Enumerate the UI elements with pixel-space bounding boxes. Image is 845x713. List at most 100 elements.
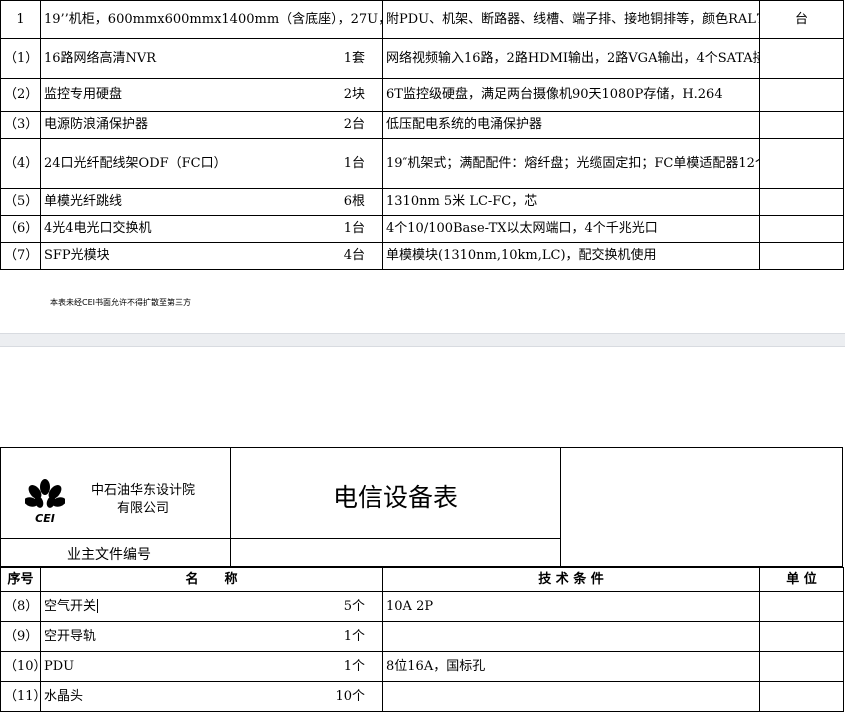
table-row: （5） 单模光纤跳线 6根 1310nm 5米 LC-FC，芯 — [0, 188, 844, 216]
doc-no-value-cell — [230, 538, 561, 567]
row-condition: 网络视频输入16路，2路HDMI输出，2路VGA输出，4个SATA接口，1个eS… — [382, 38, 760, 79]
row-name: 19’’机柜，600mmx600mmx1400mm（含底座），27U，含 — [40, 0, 383, 39]
row-name-text: 16路网络高清NVR — [44, 50, 157, 66]
row-name-text: 电源防浪涌保护器 — [44, 117, 149, 132]
table-row: （9） 空开导轨 1个 — [0, 621, 844, 652]
row-qty: 1个 — [343, 628, 365, 644]
row-qty: 2台 — [343, 117, 365, 132]
text-cursor — [97, 599, 99, 613]
row-unit — [759, 242, 844, 270]
row-name: SFP光模块 4台 — [40, 242, 383, 270]
row-name: 单模光纤跳线 6根 — [40, 188, 383, 216]
table-row: 1 19’’机柜，600mmx600mmx1400mm（含底座），27U，含 附… — [0, 0, 844, 39]
company-line1: 中石油华东设计院 — [90, 483, 195, 498]
row-seq: （11） — [0, 681, 41, 712]
row-name-text: 4光4电光口交换机 — [44, 221, 152, 236]
row-seq: 1 — [0, 0, 41, 39]
row-name-text: 单模光纤跳线 — [44, 194, 123, 209]
row-condition: 6T监控级硬盘，满足两台摄像机90天1080P存储，H.264 — [382, 78, 760, 112]
row-seq: （3） — [0, 111, 41, 139]
row-condition: 8位16A，国标孔 — [382, 651, 760, 682]
row-seq: （7） — [0, 242, 41, 270]
title-cell: 电信设备表 — [230, 447, 561, 539]
row-seq: （5） — [0, 188, 41, 216]
table-row: （6） 4光4电光口交换机 1台 4个10/100Base-TX以太网端口，4个千… — [0, 215, 844, 243]
cei-logo-icon: CEI — [25, 479, 65, 524]
doc-no-label: 业主文件编号 — [67, 547, 151, 563]
equipment-table-bottom: 序号 名 称 技 术 条 件 单 位 （8） 空气开关 5个 10A 2P （9）… — [0, 567, 844, 712]
row-condition — [382, 621, 760, 652]
logo-text: CEI — [35, 512, 55, 524]
table-row: （7） SFP光模块 4台 单模模块(1310nm,10km,LC)，配交换机使用 — [0, 242, 844, 270]
row-condition: 19″机架式；满配配件：熔纤盘；光缆固定扣；FC单模适配器12个；螺丝；理线扣；… — [382, 138, 760, 189]
row-seq: （1） — [0, 38, 41, 79]
table-row: （11） 水晶头 10个 — [0, 681, 844, 712]
row-unit — [759, 188, 844, 216]
table-row: （10） PDU 1个 8位16A，国标孔 — [0, 651, 844, 682]
row-seq: （4） — [0, 138, 41, 189]
row-unit — [759, 651, 844, 682]
page-bottom: CEI 中石油华东设计院 有限公司 电信设备表 业主文件编号 序号 名 称 技 … — [0, 347, 845, 713]
logo-cell: CEI 中石油华东设计院 有限公司 — [0, 447, 231, 539]
row-seq: （2） — [0, 78, 41, 112]
col-header-seq: 序号 — [0, 567, 41, 592]
table-row: （4） 24口光纤配线架ODF（FC口） 1台 19″机架式；满配配件：熔纤盘；光… — [0, 138, 844, 189]
row-unit — [759, 621, 844, 652]
row-name-text: 水晶头 — [44, 688, 84, 704]
company-name: 中石油华东设计院 有限公司 — [83, 482, 203, 518]
row-qty: 5个 — [343, 598, 365, 614]
document-title: 电信设备表 — [332, 483, 458, 512]
company-line2: 有限公司 — [116, 501, 169, 516]
row-seq: （9） — [0, 621, 41, 652]
doc-no-label-cell: 业主文件编号 — [0, 538, 231, 567]
row-condition: 附PDU、机架、断路器、线槽、端子排、接地铜排等，颜色RAL7035 — [382, 0, 760, 39]
row-condition: 4个10/100Base-TX以太网端口，4个千兆光口 — [382, 215, 760, 243]
row-name: 4光4电光口交换机 1台 — [40, 215, 383, 243]
col-header-name: 名 称 — [40, 567, 383, 592]
col-header-condition: 技 术 条 件 — [382, 567, 760, 592]
page-break — [0, 333, 845, 347]
blank-cell — [560, 447, 843, 567]
row-qty: 4台 — [343, 248, 365, 263]
row-name: 水晶头 10个 — [40, 681, 383, 712]
row-condition: 低压配电系统的电涌保护器 — [382, 111, 760, 139]
row-unit — [759, 111, 844, 139]
row-qty: 2块 — [343, 87, 365, 102]
row-unit — [759, 38, 844, 79]
row-unit — [759, 591, 844, 622]
table-row: （3） 电源防浪涌保护器 2台 低压配电系统的电涌保护器 — [0, 111, 844, 139]
row-qty: 1套 — [343, 50, 365, 66]
confidentiality-note: 本表未经CEI书面允许不得扩散至第三方 — [50, 298, 191, 307]
table-row: （1） 16路网络高清NVR 1套 网络视频输入16路，2路HDMI输出，2路VG… — [0, 38, 844, 79]
row-name[interactable]: 空气开关 5个 — [40, 591, 383, 622]
row-unit — [759, 138, 844, 189]
row-unit: 台 — [759, 0, 844, 39]
row-qty: 1台 — [343, 155, 365, 171]
table-row: （8） 空气开关 5个 10A 2P — [0, 591, 844, 622]
row-name: PDU 1个 — [40, 651, 383, 682]
row-name-text: 空气开关 — [44, 598, 97, 614]
row-qty: 1台 — [343, 221, 365, 236]
row-seq: （6） — [0, 215, 41, 243]
table-header-row: 序号 名 称 技 术 条 件 单 位 — [0, 567, 844, 592]
row-unit — [759, 681, 844, 712]
row-name: 电源防浪涌保护器 2台 — [40, 111, 383, 139]
row-qty: 6根 — [343, 194, 365, 209]
row-name-text: 空开导轨 — [44, 628, 97, 644]
row-name: 空开导轨 1个 — [40, 621, 383, 652]
row-seq: （8） — [0, 591, 41, 622]
row-name-text: 监控专用硬盘 — [44, 87, 123, 102]
row-name-text: SFP光模块 — [44, 248, 110, 263]
row-condition — [382, 681, 760, 712]
row-condition: 10A 2P — [382, 591, 760, 622]
row-name-text: 24口光纤配线架ODF（FC口） — [44, 155, 227, 171]
row-name: 监控专用硬盘 2块 — [40, 78, 383, 112]
row-name-text: PDU — [44, 658, 75, 674]
row-name: 16路网络高清NVR 1套 — [40, 38, 383, 79]
row-condition: 单模模块(1310nm,10km,LC)，配交换机使用 — [382, 242, 760, 270]
row-unit — [759, 78, 844, 112]
table-row: （2） 监控专用硬盘 2块 6T监控级硬盘，满足两台摄像机90天1080P存储，H… — [0, 78, 844, 112]
row-qty: 1个 — [343, 658, 365, 674]
equipment-table-top: 1 19’’机柜，600mmx600mmx1400mm（含底座），27U，含 附… — [0, 0, 844, 270]
row-name: 24口光纤配线架ODF（FC口） 1台 — [40, 138, 383, 189]
